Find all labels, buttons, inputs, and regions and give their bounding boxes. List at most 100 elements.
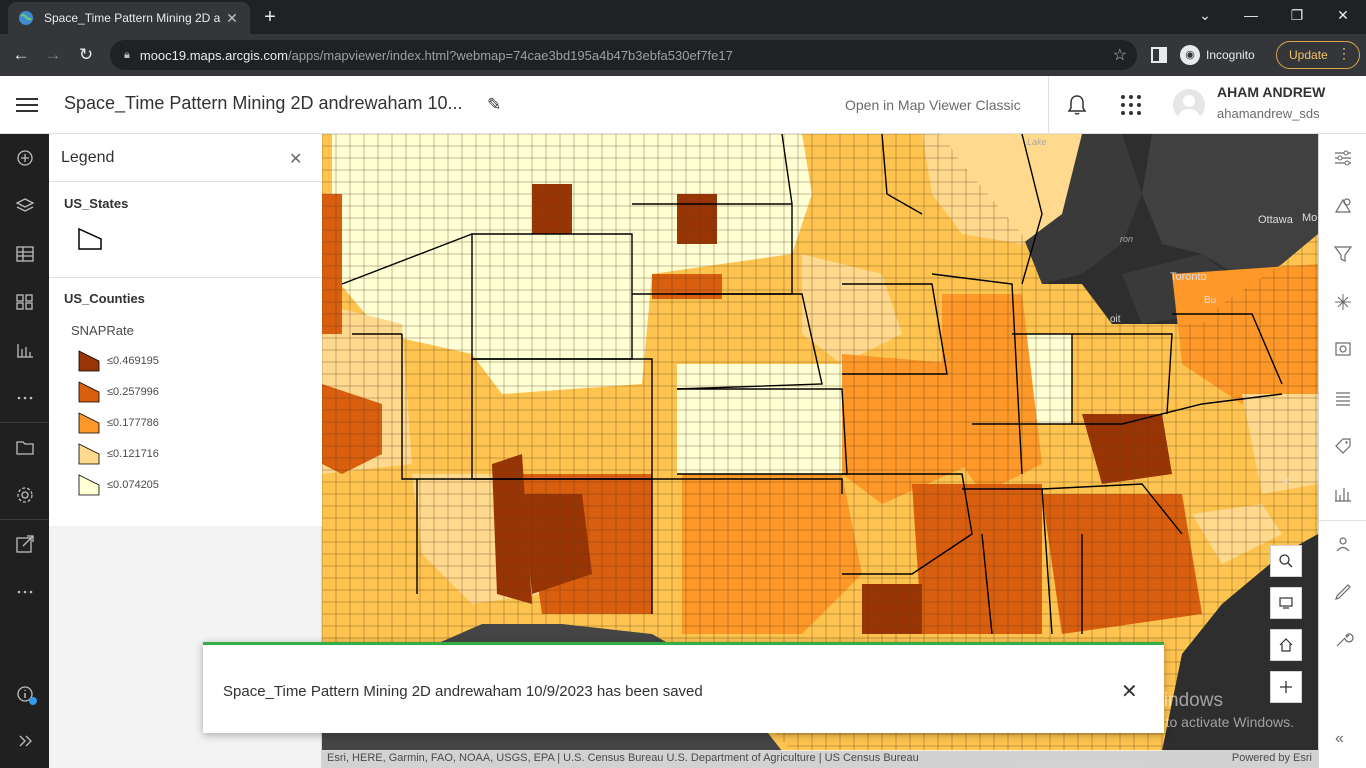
menu-icon[interactable]: [16, 94, 38, 114]
app-launcher-icon[interactable]: [1121, 95, 1143, 117]
browser-tab-strip: Space_Time Pattern Mining 2D a ✕ + ⌄ — ❐…: [0, 0, 1366, 34]
legend-layer-states: US_States: [64, 196, 129, 211]
class-swatch-icon: [78, 474, 100, 496]
info-notification-dot: [29, 697, 37, 705]
more-horizontal-icon[interactable]: [13, 580, 37, 604]
app-header: Space_Time Pattern Mining 2D andrewaham …: [0, 76, 1366, 134]
table-icon[interactable]: [13, 242, 37, 266]
map-label-lk: lk: [1282, 476, 1290, 487]
class-label: ≤0.177786: [107, 417, 159, 429]
legend-field-name: SNAPRate: [71, 323, 134, 338]
styles-icon[interactable]: [1331, 194, 1355, 218]
legend-header: Legend ✕: [49, 134, 322, 182]
browser-tab[interactable]: Space_Time Pattern Mining 2D a ✕: [8, 2, 250, 34]
map-label-toronto: Toronto: [1170, 271, 1207, 283]
legend-class: ≤0.177786: [77, 411, 159, 435]
avatar[interactable]: [1173, 89, 1205, 121]
incognito-indicator[interactable]: ◉ Incognito: [1180, 42, 1255, 68]
legend-class: ≤0.074205: [77, 473, 159, 497]
bookmark-star-icon[interactable]: ☆: [1113, 45, 1127, 65]
class-swatch-icon: [78, 443, 100, 465]
search-icon: [1279, 554, 1293, 568]
legend-class: ≤0.257996: [77, 380, 159, 404]
class-swatch-icon: [78, 412, 100, 434]
share-icon[interactable]: [13, 532, 37, 556]
layers-icon[interactable]: [13, 194, 37, 218]
notification-bell-icon[interactable]: [1066, 94, 1088, 116]
map-label-bu: Bu: [1204, 295, 1216, 306]
class-label: ≤0.257996: [107, 386, 159, 398]
reload-button[interactable]: ↻: [73, 42, 99, 68]
home-icon: [1279, 638, 1293, 652]
left-bar-divider: [0, 519, 49, 520]
map-attribution: Esri, HERE, Garmin, FAO, NOAA, USGS, EPA…: [322, 750, 1318, 768]
url-path: /apps/mapviewer/index.html?webmap=74cae3…: [287, 47, 733, 63]
effects-sparkle-icon[interactable]: [1331, 290, 1355, 314]
close-window-button[interactable]: ✕: [1320, 0, 1366, 32]
sketch-people-icon[interactable]: [1331, 532, 1355, 556]
class-label: ≤0.121716: [107, 448, 159, 460]
class-label: ≤0.074205: [107, 479, 159, 491]
update-button[interactable]: Update ⋮: [1276, 41, 1360, 69]
toast-message: Space_Time Pattern Mining 2D andrewaham …: [223, 683, 703, 700]
browser-toolbar: ← → ↻ 🔒︎ mooc19.maps.arcgis.com /apps/ma…: [0, 34, 1366, 76]
add-layer-icon[interactable]: [13, 146, 37, 170]
map-title: Space_Time Pattern Mining 2D andrewaham …: [64, 93, 463, 113]
popups-icon[interactable]: [1331, 338, 1355, 362]
tab-title: Space_Time Pattern Mining 2D a: [44, 11, 221, 25]
legend-icon[interactable]: [13, 290, 37, 314]
sketch-pen-icon[interactable]: [1331, 580, 1355, 604]
class-swatch-icon: [78, 350, 100, 372]
user-id[interactable]: ahamandrew_sds: [1217, 106, 1320, 121]
forward-button[interactable]: →: [40, 42, 66, 68]
save-toast: Space_Time Pattern Mining 2D andrewaham …: [203, 642, 1164, 733]
legend-class: ≤0.121716: [77, 442, 159, 466]
legend-layer-counties: US_Counties: [64, 291, 145, 306]
back-button[interactable]: ←: [8, 42, 34, 68]
lock-icon: 🔒︎: [124, 48, 130, 61]
map-label-ottawa: Ottawa: [1258, 214, 1294, 226]
activate-windows-watermark: Activate Windows Go to Settings to activ…: [1073, 690, 1294, 730]
more-horizontal-icon[interactable]: [13, 386, 37, 410]
map-label-oit: oit: [1110, 314, 1121, 325]
right-bar-divider: [1319, 520, 1366, 521]
fullscreen-button[interactable]: [1270, 587, 1302, 619]
edit-pencil-icon[interactable]: ✎: [487, 95, 501, 115]
toast-progress-bar: [203, 642, 628, 645]
charts-icon[interactable]: [13, 338, 37, 362]
tab-close-icon[interactable]: ✕: [224, 10, 240, 27]
close-icon[interactable]: ✕: [289, 149, 302, 169]
new-tab-button[interactable]: +: [258, 6, 282, 30]
properties-sliders-icon[interactable]: [1331, 146, 1355, 170]
map-label-mo: Mo: [1302, 212, 1317, 224]
legend-title: Legend: [61, 149, 115, 166]
left-action-bar: [0, 134, 49, 768]
expand-chevron-icon[interactable]: [13, 729, 37, 753]
incognito-icon: ◉: [1180, 45, 1200, 65]
search-button[interactable]: [1270, 545, 1302, 577]
fields-list-icon[interactable]: [1331, 386, 1355, 410]
attribution-text: Esri, HERE, Garmin, FAO, NOAA, USGS, EPA…: [327, 752, 919, 764]
right-action-bar: «: [1318, 134, 1366, 768]
address-bar[interactable]: 🔒︎ mooc19.maps.arcgis.com /apps/mapviewe…: [110, 40, 1137, 70]
home-button[interactable]: [1270, 629, 1302, 661]
collapse-chevron-icon[interactable]: «: [1335, 730, 1344, 748]
open-classic-link[interactable]: Open in Map Viewer Classic: [845, 97, 1021, 113]
map-label-ron: ron: [1120, 234, 1133, 244]
tab-search-icon[interactable]: ⌄: [1182, 0, 1228, 32]
tools-wrench-icon[interactable]: [1331, 628, 1355, 652]
legend-class: ≤0.469195: [77, 349, 159, 373]
settings-gear-icon[interactable]: [13, 483, 37, 507]
filter-icon[interactable]: [1331, 242, 1355, 266]
folder-icon[interactable]: [13, 435, 37, 459]
restore-button[interactable]: ❐: [1274, 0, 1320, 32]
legend-content: Legend ✕ US_States US_Counties SNAPRate …: [49, 134, 322, 526]
more-vert-icon: ⋮: [1337, 45, 1351, 61]
analysis-chart-icon[interactable]: [1331, 482, 1355, 506]
side-panel-icon[interactable]: [1151, 47, 1167, 63]
minimize-button[interactable]: —: [1228, 0, 1274, 32]
labels-tag-icon[interactable]: [1331, 434, 1355, 458]
header-divider: [1048, 76, 1049, 134]
powered-by-esri[interactable]: Powered by Esri: [1232, 750, 1312, 766]
user-name[interactable]: AHAM ANDREW: [1217, 84, 1325, 100]
